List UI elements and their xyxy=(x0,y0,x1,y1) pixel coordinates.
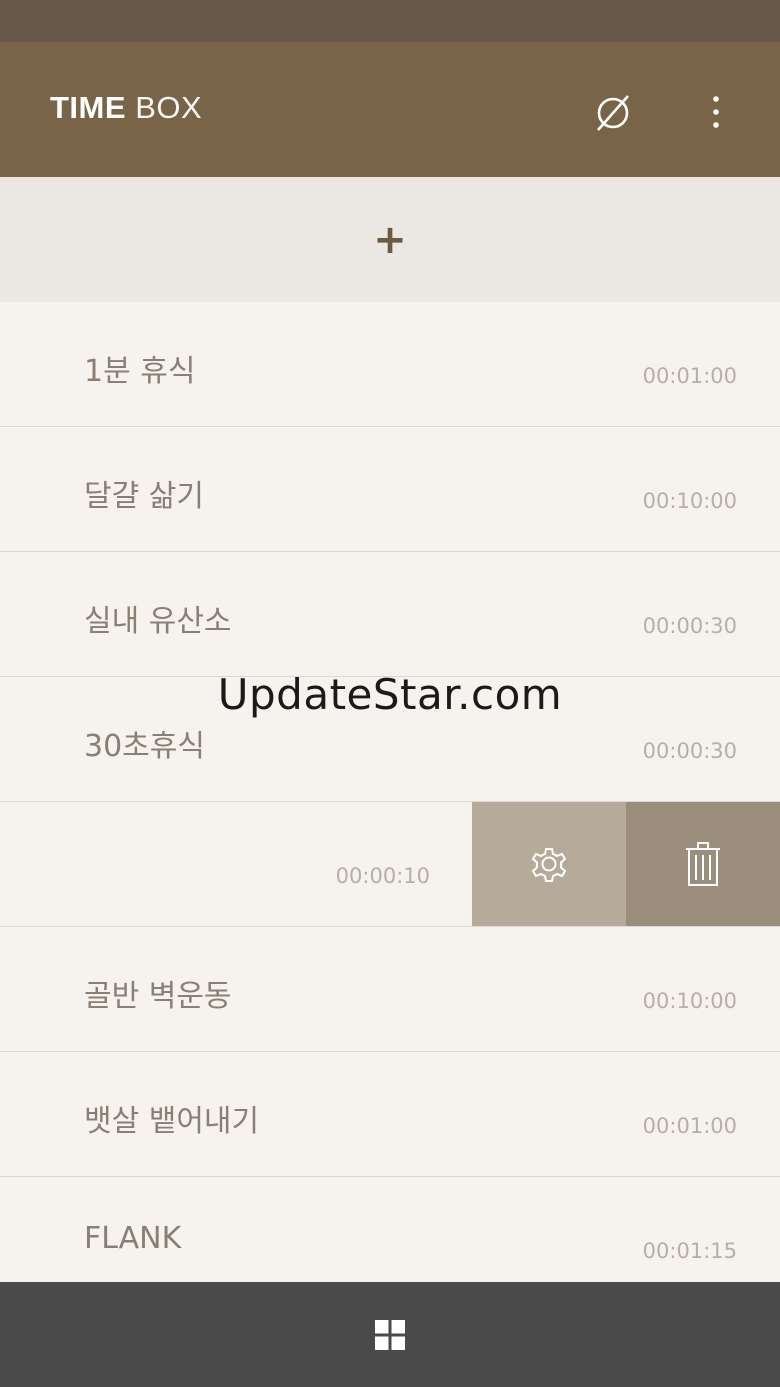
item-time: 00:00:30 xyxy=(642,739,737,763)
item-name: 30초휴식 xyxy=(84,729,205,764)
item-name: 실내 유산소 xyxy=(84,604,232,639)
item-delete-button[interactable] xyxy=(626,802,780,926)
more-vertical-icon xyxy=(713,96,719,128)
timer-list: 1분 휴식 00:01:00 달걀 삶기 00:10:00 실내 유산소 00:… xyxy=(0,302,780,1302)
empty-set-icon xyxy=(597,95,629,131)
list-item[interactable]: 뱃살 뱉어내기 00:01:00 xyxy=(0,1052,780,1177)
list-item[interactable]: 골반 벽운동 00:10:00 xyxy=(0,927,780,1052)
gear-icon xyxy=(531,848,567,882)
item-name: FLANK xyxy=(84,1221,182,1256)
app-title: TIME BOX xyxy=(50,90,202,126)
plus-icon: + xyxy=(373,216,407,263)
item-name: 골반 벽운동 xyxy=(84,979,232,1014)
status-bar xyxy=(0,0,780,42)
item-time: 00:01:00 xyxy=(642,364,737,388)
item-time: 00:01:15 xyxy=(642,1239,737,1263)
item-settings-button[interactable] xyxy=(472,802,626,926)
bottom-app-bar xyxy=(0,1282,780,1387)
list-item[interactable]: 1분 휴식 00:01:00 xyxy=(0,302,780,427)
app-bar: TIME BOX xyxy=(0,42,780,177)
list-item-swiped[interactable]: 00:00:10 xyxy=(0,802,780,927)
list-item[interactable]: 30초휴식 00:00:30 xyxy=(0,677,780,802)
timer-off-button[interactable] xyxy=(588,90,638,134)
list-item[interactable]: 달걀 삶기 00:10:00 xyxy=(0,427,780,552)
item-time: 00:00:10 xyxy=(335,864,430,888)
item-name: 뱃살 뱉어내기 xyxy=(84,1104,260,1139)
item-time: 00:00:30 xyxy=(642,614,737,638)
trash-icon xyxy=(686,842,720,886)
list-item[interactable]: 실내 유산소 00:00:30 xyxy=(0,552,780,677)
windows-logo-icon[interactable] xyxy=(375,1319,405,1350)
item-time: 00:10:00 xyxy=(642,989,737,1013)
item-name: 달걀 삶기 xyxy=(84,479,204,514)
item-name: 1분 휴식 xyxy=(84,354,196,389)
add-timer-button[interactable]: + xyxy=(0,177,780,302)
app-title-time: TIME xyxy=(50,90,127,125)
item-time: 00:01:00 xyxy=(642,1114,737,1138)
more-options-button[interactable] xyxy=(694,90,738,134)
app-title-box: BOX xyxy=(135,90,203,125)
item-time: 00:10:00 xyxy=(642,489,737,513)
